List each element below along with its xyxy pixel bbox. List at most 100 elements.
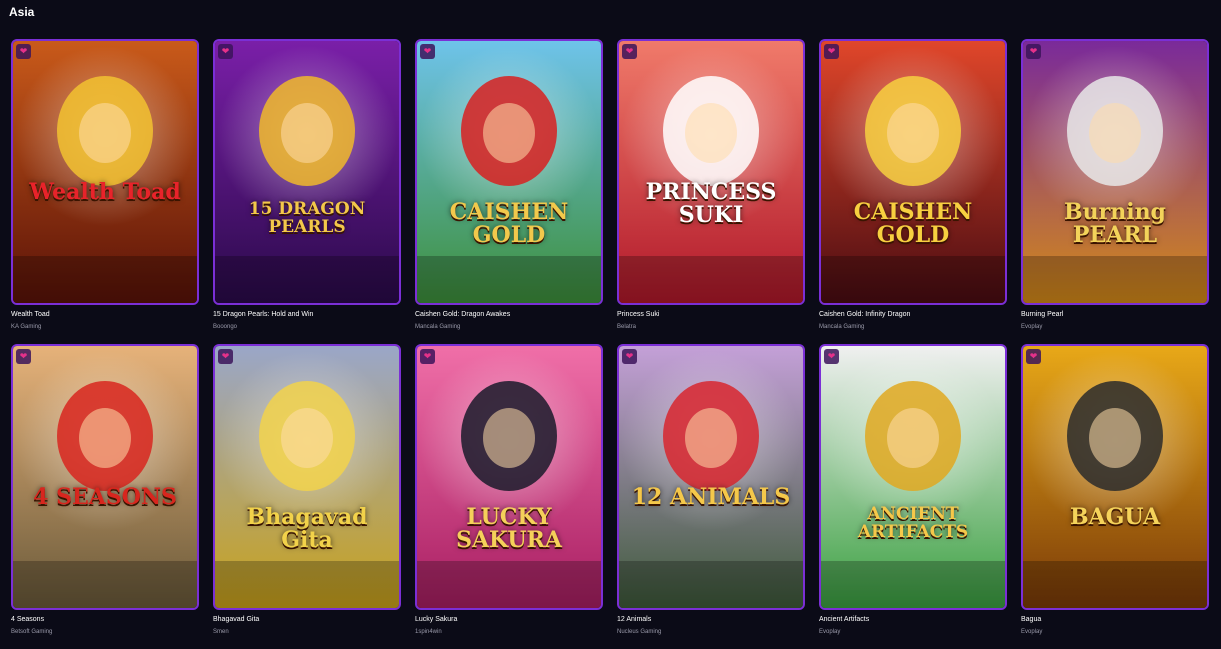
game-name[interactable]: Wealth Toad	[11, 310, 199, 319]
game-artwork	[417, 41, 601, 303]
heart-icon[interactable]: ❤	[1026, 44, 1041, 59]
game-thumbnail[interactable]: ❤ CAISHEN GOLD	[819, 39, 1007, 305]
heart-icon[interactable]: ❤	[16, 349, 31, 364]
artwork-foreground	[215, 256, 399, 303]
game-logo: 4 SEASONS	[33, 484, 177, 510]
artwork-foreground	[13, 561, 197, 608]
artwork-character-face	[685, 103, 737, 163]
artwork-character-face	[1089, 103, 1141, 163]
game-card[interactable]: ❤ BAGUA Bagua Evoplay	[1021, 344, 1209, 649]
game-card[interactable]: ❤ 15 DRAGON PEARLS 15 Dragon Pearls: Hol…	[213, 39, 401, 344]
game-provider: Mancala Gaming	[819, 324, 865, 330]
game-name[interactable]: Caishen Gold: Dragon Awakes	[415, 310, 603, 319]
heart-icon[interactable]: ❤	[420, 44, 435, 59]
heart-icon[interactable]: ❤	[824, 349, 839, 364]
game-artwork	[215, 41, 399, 303]
game-card[interactable]: ❤ Bhagavad Gita Bhagavad Gita Smen	[213, 344, 401, 649]
game-name[interactable]: 4 Seasons	[11, 615, 199, 624]
game-artwork	[13, 346, 197, 608]
artwork-character-face	[281, 103, 333, 163]
game-thumbnail[interactable]: ❤ LUCKY SAKURA	[415, 344, 603, 610]
game-logo: CAISHEN GOLD	[853, 199, 973, 249]
game-thumbnail[interactable]: ❤ CAISHEN GOLD	[415, 39, 603, 305]
artwork-character-face	[483, 408, 535, 468]
game-card[interactable]: ❤ CAISHEN GOLD Caishen Gold: Infinity Dr…	[819, 39, 1007, 344]
game-thumbnail[interactable]: ❤ Bhagavad Gita	[213, 344, 401, 610]
heart-icon[interactable]: ❤	[16, 44, 31, 59]
game-logo: Burning PEARL	[1064, 199, 1166, 249]
game-name[interactable]: Lucky Sakura	[415, 615, 603, 624]
artwork-character-face	[281, 408, 333, 468]
game-name[interactable]: Caishen Gold: Infinity Dragon	[819, 310, 1007, 319]
artwork-foreground	[619, 256, 803, 303]
game-name[interactable]: Bhagavad Gita	[213, 615, 401, 624]
game-name[interactable]: Princess Suki	[617, 310, 805, 319]
game-logo: 15 DRAGON PEARLS	[248, 199, 366, 237]
game-thumbnail[interactable]: ❤ BAGUA	[1021, 344, 1209, 610]
games-grid: ❤ Wealth Toad Wealth Toad KA Gaming ❤ 15…	[11, 39, 1209, 649]
game-logo: 12 ANIMALS	[631, 484, 791, 510]
artwork-foreground	[417, 561, 601, 608]
game-name[interactable]: Bagua	[1021, 615, 1209, 624]
game-name[interactable]: 12 Animals	[617, 615, 805, 624]
game-artwork	[821, 41, 1005, 303]
artwork-character-face	[79, 103, 131, 163]
heart-icon[interactable]: ❤	[420, 349, 435, 364]
game-provider: Mancala Gaming	[415, 324, 461, 330]
heart-icon[interactable]: ❤	[218, 349, 233, 364]
artwork-character-face	[887, 103, 939, 163]
game-artwork	[619, 346, 803, 608]
game-card[interactable]: ❤ PRINCESS SUKI Princess Suki Belatra	[617, 39, 805, 344]
game-provider: Evoplay	[1021, 324, 1043, 330]
game-thumbnail[interactable]: ❤ 12 ANIMALS	[617, 344, 805, 610]
artwork-character-face	[685, 408, 737, 468]
game-logo: BAGUA	[1069, 504, 1161, 530]
game-thumbnail[interactable]: ❤ 4 SEASONS	[11, 344, 199, 610]
game-logo: Bhagavad Gita	[246, 504, 368, 554]
game-artwork	[1023, 346, 1207, 608]
game-provider: 1spin4win	[415, 629, 442, 635]
game-artwork	[13, 41, 197, 303]
artwork-foreground	[821, 256, 1005, 303]
game-card[interactable]: ❤ CAISHEN GOLD Caishen Gold: Dragon Awak…	[415, 39, 603, 344]
game-name[interactable]: Ancient Artifacts	[819, 615, 1007, 624]
game-card[interactable]: ❤ 12 ANIMALS 12 Animals Nucleus Gaming	[617, 344, 805, 649]
artwork-foreground	[215, 561, 399, 608]
game-thumbnail[interactable]: ❤ PRINCESS SUKI	[617, 39, 805, 305]
game-thumbnail[interactable]: ❤ 15 DRAGON PEARLS	[213, 39, 401, 305]
heart-icon[interactable]: ❤	[824, 44, 839, 59]
game-thumbnail[interactable]: ❤ Wealth Toad	[11, 39, 199, 305]
artwork-character-face	[483, 103, 535, 163]
game-artwork	[417, 346, 601, 608]
game-thumbnail[interactable]: ❤ Burning PEARL	[1021, 39, 1209, 305]
game-provider: Evoplay	[1021, 629, 1043, 635]
game-card[interactable]: ❤ 4 SEASONS 4 Seasons Betsoft Gaming	[11, 344, 199, 649]
artwork-character-face	[79, 408, 131, 468]
heart-icon[interactable]: ❤	[1026, 349, 1041, 364]
game-logo: Wealth Toad	[29, 179, 181, 205]
game-card[interactable]: ❤ Wealth Toad Wealth Toad KA Gaming	[11, 39, 199, 344]
artwork-foreground	[1023, 256, 1207, 303]
game-name[interactable]: Burning Pearl	[1021, 310, 1209, 319]
game-card[interactable]: ❤ Burning PEARL Burning Pearl Evoplay	[1021, 39, 1209, 344]
game-name[interactable]: 15 Dragon Pearls: Hold and Win	[213, 310, 401, 319]
game-provider: Belatra	[617, 324, 637, 330]
game-card[interactable]: ❤ LUCKY SAKURA Lucky Sakura 1spin4win	[415, 344, 603, 649]
heart-icon[interactable]: ❤	[218, 44, 233, 59]
artwork-character-face	[1089, 408, 1141, 468]
game-artwork	[1023, 41, 1207, 303]
artwork-foreground	[619, 561, 803, 608]
game-card[interactable]: ❤ ANCIENT ARTIFACTS Ancient Artifacts Ev…	[819, 344, 1007, 649]
heart-icon[interactable]: ❤	[622, 44, 637, 59]
artwork-foreground	[821, 561, 1005, 608]
game-artwork	[619, 41, 803, 303]
game-logo: PRINCESS SUKI	[645, 179, 777, 229]
game-provider: Smen	[213, 629, 229, 635]
heart-icon[interactable]: ❤	[622, 349, 637, 364]
game-thumbnail[interactable]: ❤ ANCIENT ARTIFACTS	[819, 344, 1007, 610]
game-provider: Nucleus Gaming	[617, 629, 662, 635]
artwork-foreground	[13, 256, 197, 303]
game-logo: ANCIENT ARTIFACTS	[857, 504, 969, 542]
game-provider: Evoplay	[819, 629, 841, 635]
game-logo: LUCKY SAKURA	[456, 504, 562, 554]
